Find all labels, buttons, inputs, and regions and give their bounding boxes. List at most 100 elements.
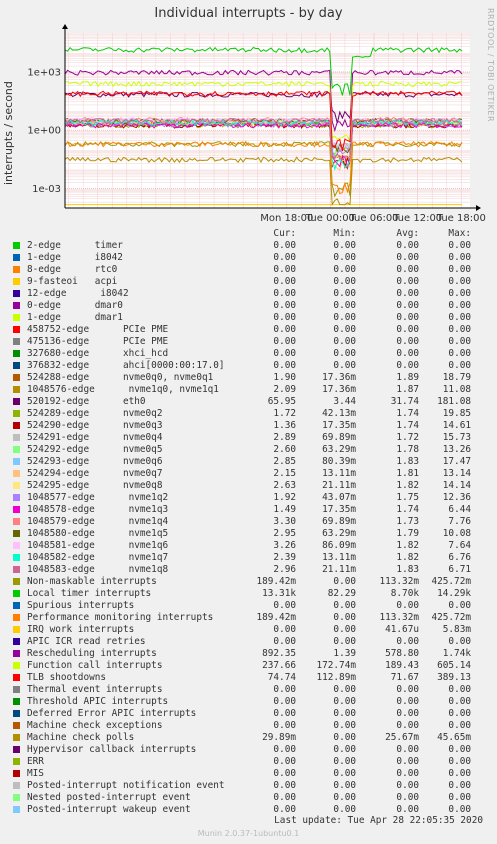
legend-label: Performance monitoring interrupts xyxy=(27,612,214,623)
legend-swatch xyxy=(13,350,20,357)
legend-row: 2-edge timer 0.00 0.00 0.00 0.00 xyxy=(0,240,497,252)
legend-max-value: 389.13 xyxy=(437,672,471,683)
legend-row: 524293-edge nvme0q6 2.85 80.39m 1.83 17.47 xyxy=(0,456,497,468)
legend-label: Nested posted-interrupt event xyxy=(27,792,191,803)
legend-label: Non-maskable interrupts xyxy=(27,576,157,587)
legend-max-value: 0.00 xyxy=(448,780,471,791)
legend-row: 524291-edge nvme0q4 2.89 69.89m 1.72 15.73 xyxy=(0,432,497,444)
legend-cur-value: 0.00 xyxy=(273,288,296,299)
legend-min-value: 0.00 xyxy=(333,240,356,251)
legend-label: Local timer interrupts xyxy=(27,588,152,599)
legend-min-value: 0.00 xyxy=(333,780,356,791)
legend-swatch xyxy=(13,494,20,501)
legend-label: 524291-edge nvme0q4 xyxy=(27,432,163,443)
legend-cur-value: 2.89 xyxy=(273,432,296,443)
legend-row: 524292-edge nvme0q5 2.60 63.29m 1.78 13.26 xyxy=(0,444,497,456)
legend-min-value: 0.00 xyxy=(333,264,356,275)
legend-row: 1048576-edge nvme1q0, nvme1q1 2.09 17.36m 1… xyxy=(0,384,497,396)
legend-label: Threshold APIC interrupts xyxy=(27,696,169,707)
legend-swatch xyxy=(13,362,20,369)
legend-row: Machine check polls 29.89m 0.00 25.67m 45.65… xyxy=(0,732,497,744)
legend-row: 1-edge dmar1 0.00 0.00 0.00 0.00 xyxy=(0,312,497,324)
legend-swatch xyxy=(13,650,20,657)
legend-cur-value: 2.09 xyxy=(273,384,296,395)
munin-version: Munin 2.0.37-1ubuntu0.1 xyxy=(197,829,300,838)
legend-min-value: 0.00 xyxy=(333,744,356,755)
legend-row: 524288-edge nvme0q0, nvme0q1 1.90 17.36m 1.… xyxy=(0,372,497,384)
legend-swatch xyxy=(13,710,20,717)
legend-cur-value: 0.00 xyxy=(273,312,296,323)
legend-row: ERR 0.00 0.00 0.00 0.00 xyxy=(0,756,497,768)
legend-swatch xyxy=(13,278,20,285)
legend-cur-value: 3.26 xyxy=(273,540,296,551)
legend-max-value: 605.14 xyxy=(437,660,471,671)
legend-swatch xyxy=(13,686,20,693)
legend-label: 520192-edge eth0 xyxy=(27,396,146,407)
legend-swatch xyxy=(13,758,20,765)
legend-max-value: 0.00 xyxy=(448,348,471,359)
legend-avg-value: 31.74 xyxy=(390,396,419,407)
legend-avg-value: 0.00 xyxy=(396,240,419,251)
legend-max-value: 0.00 xyxy=(448,636,471,647)
legend-min-value: 43.07m xyxy=(322,492,356,503)
legend-min-value: 17.36m xyxy=(322,372,356,383)
legend-label: 524290-edge nvme0q3 xyxy=(27,420,163,431)
legend-avg-value: 113.32m xyxy=(379,576,419,587)
legend-cur-value: 74.74 xyxy=(267,672,296,683)
legend-swatch xyxy=(13,398,20,405)
legend-avg-value: 0.00 xyxy=(396,684,419,695)
legend-cur-value: 0.00 xyxy=(273,624,296,635)
legend-row: 1-edge i8042 0.00 0.00 0.00 0.00 xyxy=(0,252,497,264)
legend-cur-value: 2.63 xyxy=(273,480,296,491)
legend-swatch xyxy=(13,638,20,645)
legend-max-value: 17.47 xyxy=(442,456,471,467)
legend-min-value: 1.39 xyxy=(333,648,356,659)
legend-cur-value: 0.00 xyxy=(273,792,296,803)
legend-avg-value: 1.73 xyxy=(396,516,419,527)
legend-avg-value: 189.43 xyxy=(385,660,419,671)
legend-cur-value: 0.00 xyxy=(273,684,296,695)
legend-max-value: 14.14 xyxy=(442,480,471,491)
legend-max-value: 6.76 xyxy=(448,552,471,563)
legend-max-value: 13.14 xyxy=(442,468,471,479)
legend-min-value: 0.00 xyxy=(333,312,356,323)
legend-min-value: 0.00 xyxy=(333,636,356,647)
legend-swatch xyxy=(13,698,20,705)
legend-label: MIS xyxy=(27,768,44,779)
legend-row: 1048578-edge nvme1q3 1.49 17.35m 1.74 6.44 xyxy=(0,504,497,516)
legend-row: Hypervisor callback interrupts 0.00 0.00 0.… xyxy=(0,744,497,756)
legend-max-value: 19.85 xyxy=(442,408,471,419)
legend-cur-value: 0.00 xyxy=(273,636,296,647)
legend-avg-value: 1.87 xyxy=(396,384,419,395)
y-tick-label: 1e+03 xyxy=(27,67,61,78)
legend-avg-value: 0.00 xyxy=(396,348,419,359)
legend-max-value: 6.44 xyxy=(448,504,471,515)
legend-min-value: 0.00 xyxy=(333,348,356,359)
legend-label: 327680-edge xhci_hcd xyxy=(27,348,169,359)
legend-swatch xyxy=(13,338,20,345)
legend-avg-value: 1.82 xyxy=(396,540,419,551)
legend-label: 0-edge dmar0 xyxy=(27,300,123,311)
legend-avg-value: 0.00 xyxy=(396,276,419,287)
legend-min-value: 0.00 xyxy=(333,756,356,767)
legend-swatch xyxy=(13,806,20,813)
legend-label: 1048579-edge nvme1q4 xyxy=(27,516,169,527)
legend-cur-value: 0.00 xyxy=(273,252,296,263)
legend-min-value: 17.35m xyxy=(322,504,356,515)
legend-row: 458752-edge PCIe PME 0.00 0.00 0.00 0.00 xyxy=(0,324,497,336)
legend-row: 524289-edge nvme0q2 1.72 42.13m 1.74 19.85 xyxy=(0,408,497,420)
legend-max-value: 0.00 xyxy=(448,744,471,755)
legend-max-value: 0.00 xyxy=(448,756,471,767)
y-tick-label: 1e+00 xyxy=(27,126,61,137)
legend-max-value: 13.26 xyxy=(442,444,471,455)
legend-swatch xyxy=(13,314,20,321)
legend-cur-value: 65.95 xyxy=(267,396,296,407)
legend-label: Posted-interrupt notification event xyxy=(27,780,225,791)
legend-min-value: 42.13m xyxy=(322,408,356,419)
legend-max-value: 45.65m xyxy=(437,732,471,743)
legend-swatch xyxy=(13,470,20,477)
legend-label: Machine check exceptions xyxy=(27,720,163,731)
legend-cur-value: 2.15 xyxy=(273,468,296,479)
x-tick-label: Tue 18:00 xyxy=(436,213,486,224)
legend-cur-value: 0.00 xyxy=(273,708,296,719)
